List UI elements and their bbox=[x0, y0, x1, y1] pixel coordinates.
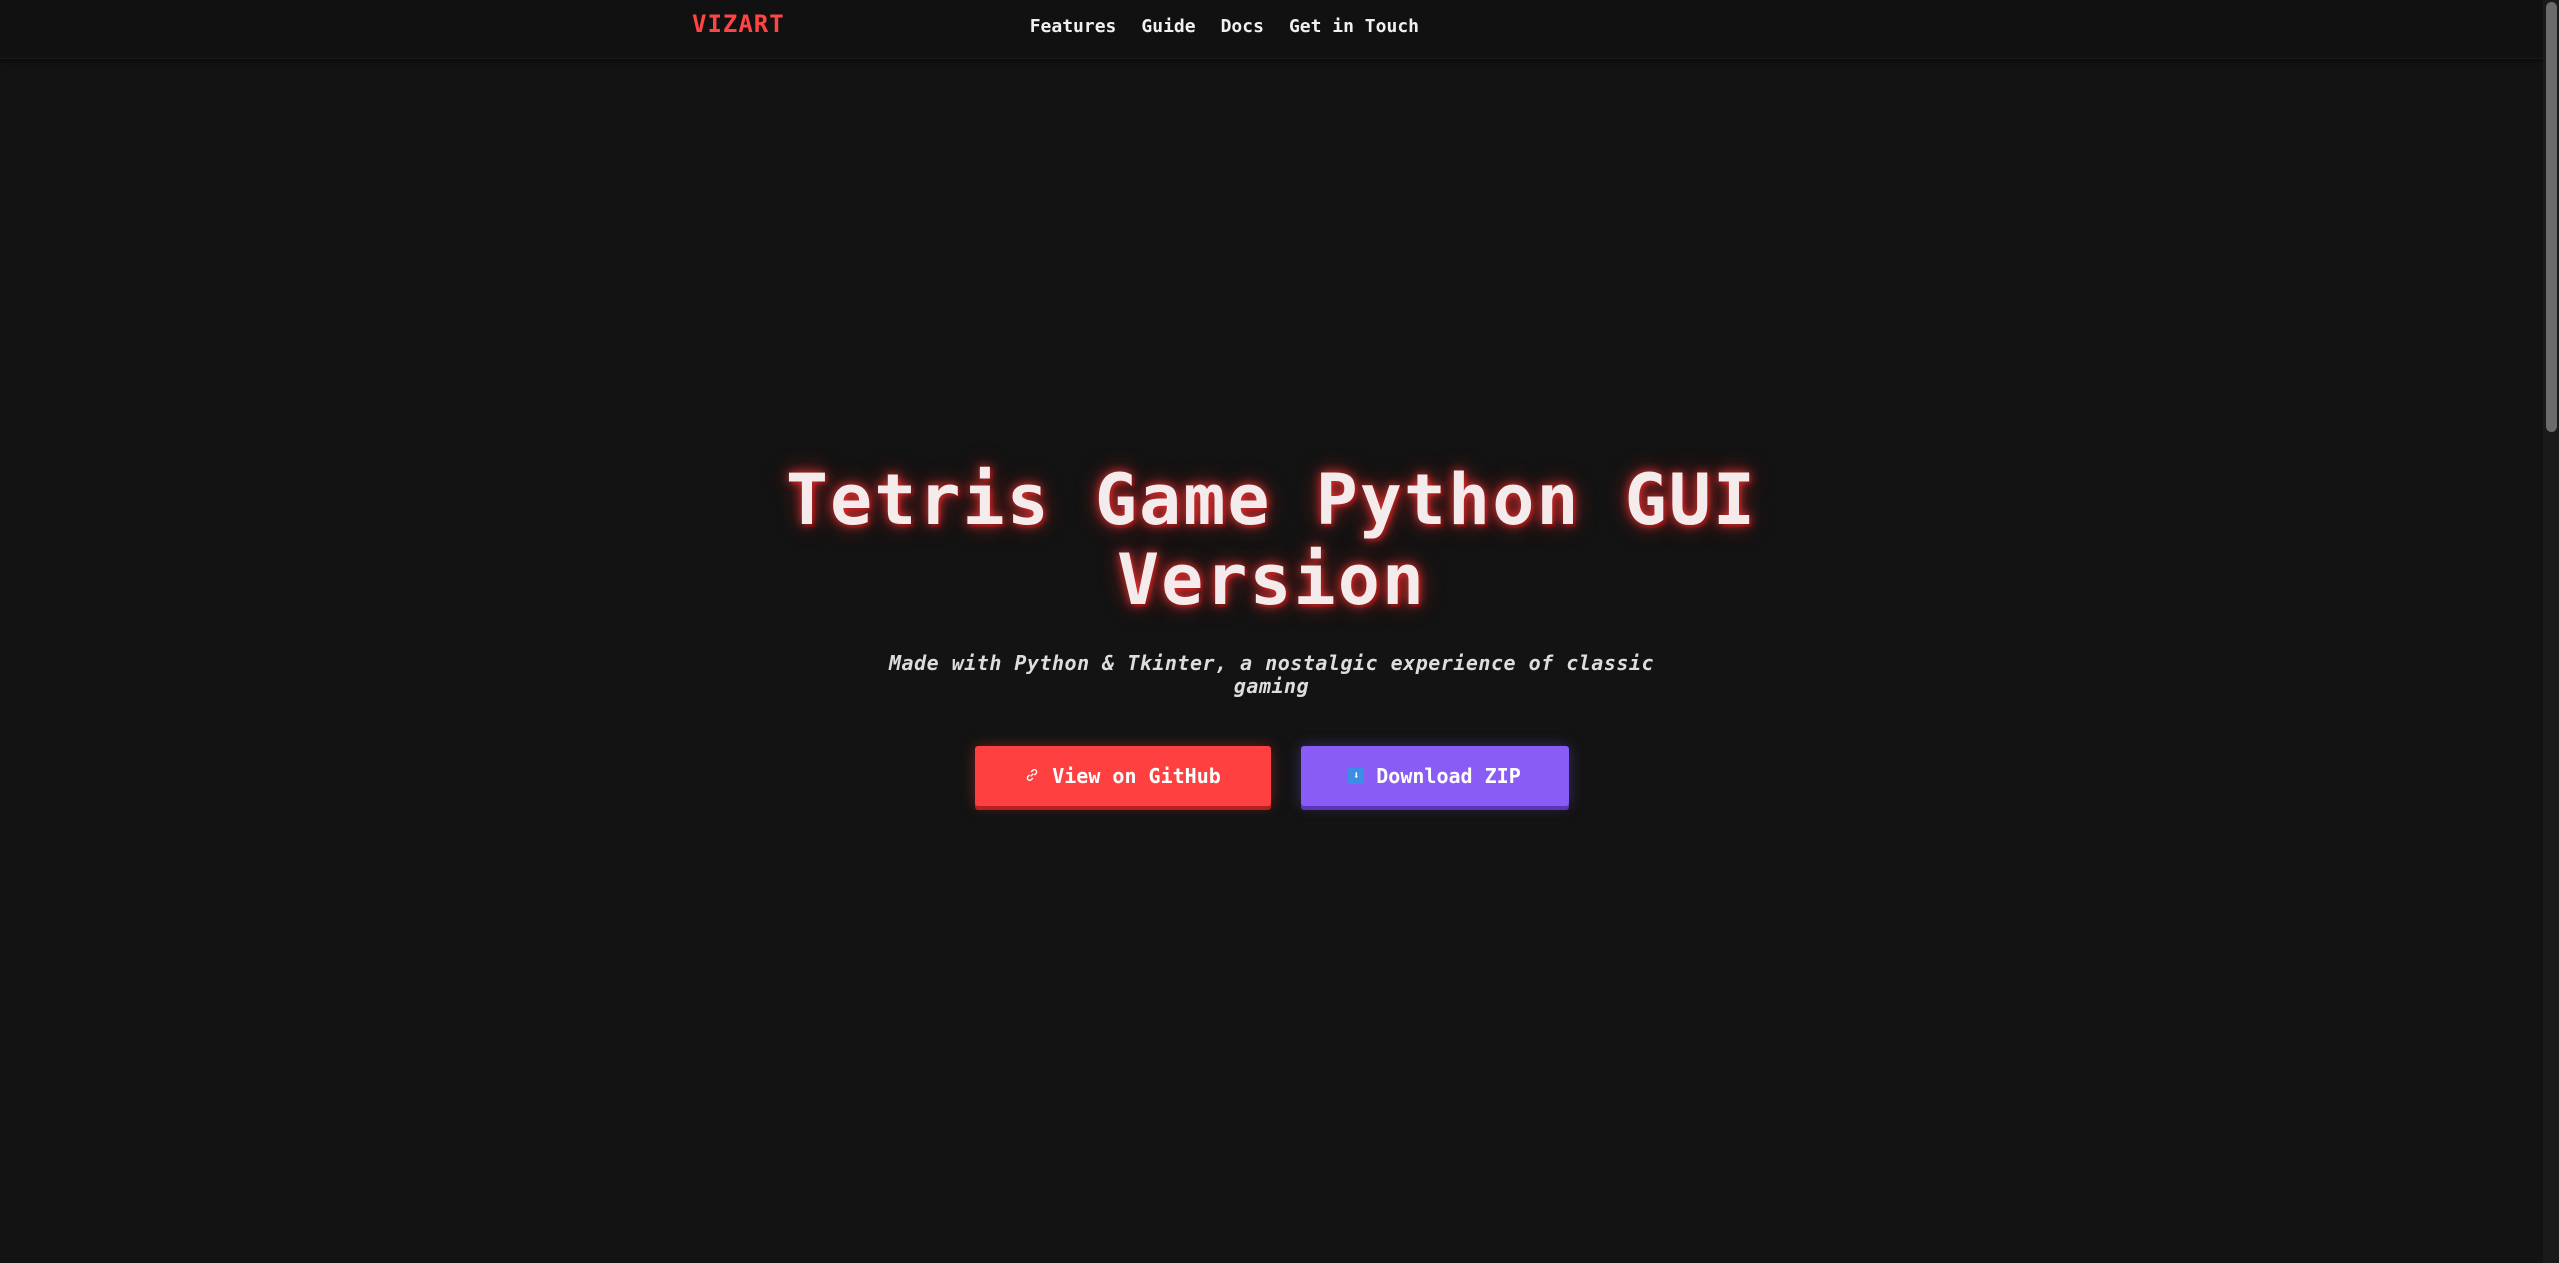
logo[interactable]: VIZART bbox=[692, 10, 785, 38]
view-on-github-button[interactable]: View on GitHub bbox=[974, 746, 1271, 806]
nav-link-docs[interactable]: Docs bbox=[1221, 16, 1264, 37]
hero-title: Tetris Game Python GUI Version bbox=[785, 459, 1758, 621]
link-icon bbox=[1024, 768, 1040, 784]
download-icon: ⬇ bbox=[1348, 768, 1365, 784]
hero-section: Tetris Game Python GUI Version Made with… bbox=[0, 460, 2543, 806]
hero-buttons: View on GitHub ⬇ Download ZIP bbox=[0, 746, 2543, 806]
nav-link-get-in-touch[interactable]: Get in Touch bbox=[1289, 16, 1419, 37]
nav-links: Features Guide Docs Get in Touch bbox=[1030, 16, 1419, 37]
page: VIZART Features Guide Docs Get in Touch … bbox=[0, 0, 2559, 1263]
view-on-github-label: View on GitHub bbox=[1052, 764, 1221, 788]
download-zip-label: Download ZIP bbox=[1376, 764, 1521, 788]
navbar: VIZART Features Guide Docs Get in Touch bbox=[0, 0, 2543, 59]
hero-subtitle: Made with Python & Tkinter, a nostalgic … bbox=[888, 651, 1654, 698]
nav-link-features[interactable]: Features bbox=[1030, 16, 1117, 37]
scrollbar-thumb[interactable] bbox=[2546, 2, 2557, 432]
download-zip-button[interactable]: ⬇ Download ZIP bbox=[1300, 746, 1569, 806]
nav-link-guide[interactable]: Guide bbox=[1141, 16, 1195, 37]
scrollbar[interactable] bbox=[2543, 0, 2559, 1263]
